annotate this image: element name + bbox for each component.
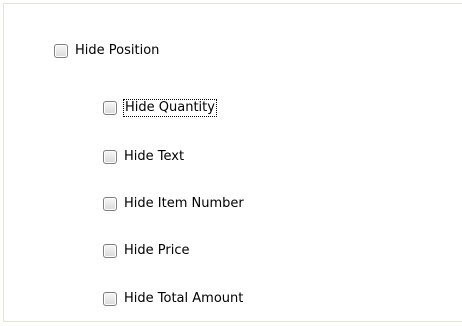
hide-position-option[interactable]: Hide Position [54,41,159,61]
hide-total-amount-option[interactable]: Hide Total Amount [103,289,243,309]
hide-position-label[interactable]: Hide Position [75,43,159,59]
hide-item-number-option[interactable]: Hide Item Number [103,194,244,214]
hide-text-label[interactable]: Hide Text [124,149,184,165]
hide-item-number-label[interactable]: Hide Item Number [124,196,244,212]
hide-price-label[interactable]: Hide Price [124,243,189,259]
hide-text-checkbox[interactable] [103,150,117,164]
hide-quantity-label[interactable]: Hide Quantity [123,99,217,117]
hide-total-amount-checkbox[interactable] [103,292,117,306]
hide-price-checkbox[interactable] [103,244,117,258]
options-panel: Hide Position Hide Quantity Hide Text Hi… [3,3,462,322]
hide-price-option[interactable]: Hide Price [103,241,189,261]
hide-quantity-checkbox[interactable] [103,101,117,115]
hide-position-checkbox[interactable] [54,44,68,58]
hide-text-option[interactable]: Hide Text [103,147,184,167]
hide-total-amount-label[interactable]: Hide Total Amount [124,291,243,307]
hide-quantity-option[interactable]: Hide Quantity [103,98,217,118]
hide-item-number-checkbox[interactable] [103,197,117,211]
